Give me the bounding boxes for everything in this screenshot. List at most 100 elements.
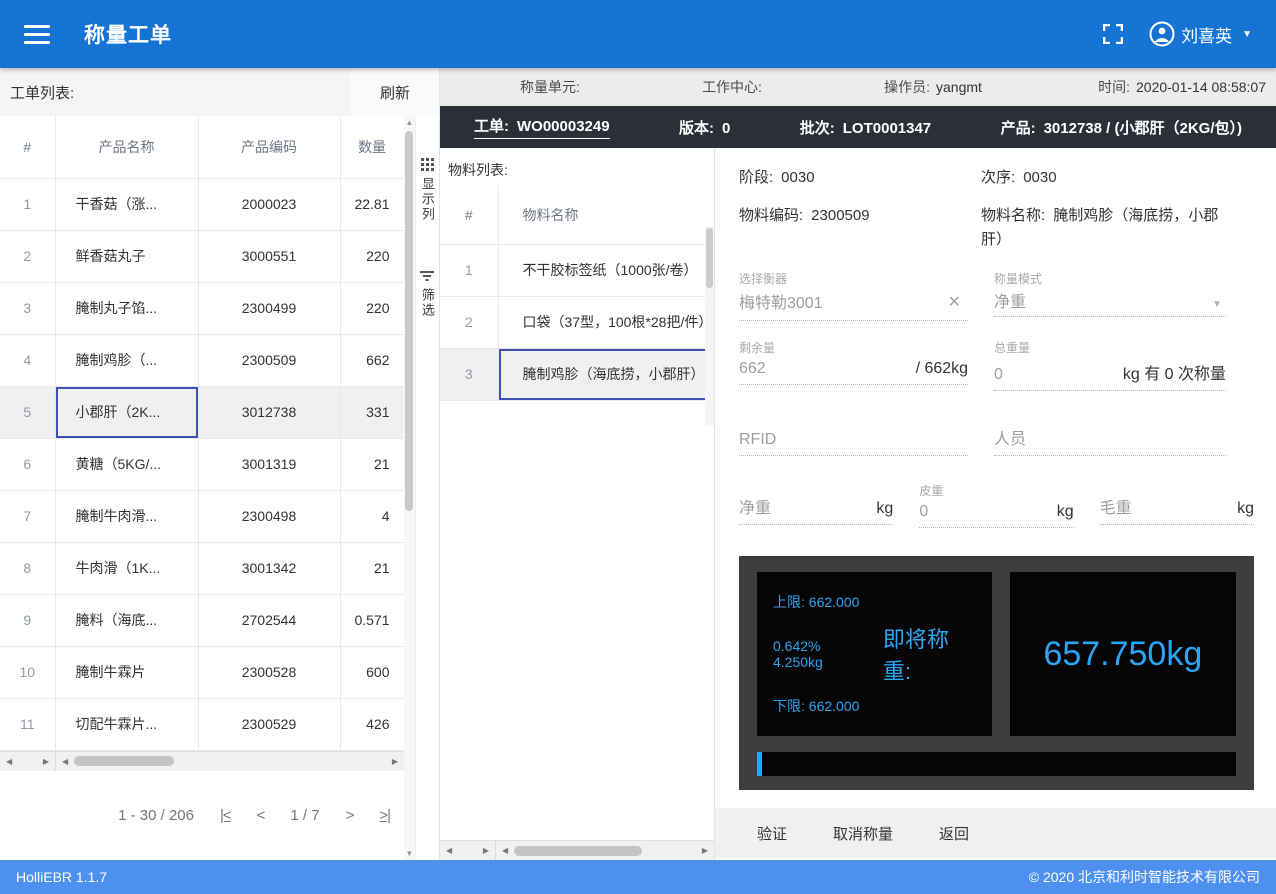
person-input[interactable] (994, 431, 1226, 449)
gross-unit: kg (1237, 500, 1254, 518)
table-row[interactable]: 2鲜香菇丸子3000551220 (0, 230, 404, 282)
lower-limit-value: 662.000 (809, 698, 860, 714)
total-weight-label: 总重量 (994, 339, 1226, 356)
vscrollbar-thumb[interactable] (706, 228, 713, 288)
filter-button[interactable]: 筛选 (418, 270, 437, 318)
table-row[interactable]: 3腌制丸子馅...2300499220 (0, 282, 404, 334)
fullscreen-icon[interactable] (1103, 24, 1123, 44)
scroll-right-icon[interactable]: ▶ (483, 846, 489, 855)
weight-progress-bar (757, 752, 1236, 776)
scroll-down-icon[interactable]: ▼ (405, 849, 413, 858)
lot-label: 批次: (800, 120, 835, 137)
app-window: 称量工单 刘喜英 ▼ 工单列表: 刷新 (0, 0, 1276, 894)
scroll-left-icon[interactable]: ◀ (62, 757, 68, 766)
remaining-input[interactable] (739, 360, 916, 378)
chevron-down-icon[interactable]: ▼ (1212, 299, 1222, 310)
scroll-right-icon[interactable]: ▶ (43, 757, 49, 766)
app-footer: HolliEBR 1.1.7 © 2020 北京和利时智能技术有限公司 (0, 860, 1276, 894)
weighing-detail-panel: 阶段:0030 次序:0030 物料编码:2300509 物料名称:腌制鸡胗（海… (715, 148, 1276, 860)
stage-value: 0030 (781, 169, 814, 186)
table-row-selected[interactable]: 5小郡肝（2K...3012738331 (0, 386, 404, 438)
work-order-table: # 产品名称 产品编码 数量 1干香菇（涨...200002322.81 2鲜香… (0, 116, 405, 751)
action-bar: 验证 取消称量 返回 (715, 808, 1276, 858)
product-value: 3012738 / (小郡肝（2KG/包）) (1044, 120, 1242, 137)
table-row[interactable]: 6黄糖（5KG/...300131921 (0, 438, 404, 490)
pagination-range: 1 - 30 / 206 (118, 807, 194, 824)
net-weight-input[interactable] (739, 500, 876, 518)
remaining-total: / 662kg (916, 360, 968, 378)
col-num: # (0, 116, 55, 178)
weight-progress-fill (757, 752, 762, 776)
back-button[interactable]: 返回 (939, 823, 969, 844)
user-menu[interactable]: 刘喜英 ▼ (1149, 21, 1252, 47)
total-weight-input[interactable] (994, 366, 1123, 384)
version-label: 版本: (679, 120, 714, 137)
scale-select-input[interactable] (739, 292, 948, 310)
show-columns-button[interactable]: 显示列 (418, 158, 437, 222)
refresh-button[interactable]: 刷新 (351, 68, 439, 116)
material-table: # 物料名称 1不干胶标签纸（1000张/卷） 2口袋（37型，100根*28把… (440, 186, 714, 401)
prev-page-button[interactable]: < (257, 807, 265, 824)
limits-display: 上限: 662.000 0.642% 4.250kg 即将称重: 下限: 662… (757, 572, 992, 736)
table-row[interactable]: 10腌制牛霖片2300528600 (0, 646, 404, 698)
col-product-code: 产品编码 (198, 116, 340, 178)
gross-weight-input[interactable] (1100, 500, 1237, 518)
table-vscrollbar: ▲ ▼ (404, 116, 415, 860)
table-header-row: # 物料名称 (440, 186, 714, 244)
scroll-left-icon[interactable]: ◀ (6, 757, 12, 766)
weigh-mode-label: 称量模式 (994, 270, 1226, 287)
table-row-selected[interactable]: 3腌制鸡胗（海底捞，小郡肝） (440, 348, 714, 400)
cancel-weigh-button[interactable]: 取消称量 (833, 823, 893, 844)
scroll-right-icon[interactable]: ▶ (702, 846, 708, 855)
table-row[interactable]: 8牛肉滑（1K...300134221 (0, 542, 404, 594)
time-value: 2020-01-14 08:58:07 (1136, 79, 1266, 95)
table-row[interactable]: 2口袋（37型，100根*28把/件） (440, 296, 714, 348)
tare-input[interactable] (919, 503, 1056, 521)
col-qty: 数量 (340, 116, 404, 178)
weigh-prompt: 即将称重: (883, 622, 976, 686)
hscrollbar-thumb[interactable] (74, 756, 174, 766)
frozen-col-hscrollbar: ◀ ▶ (0, 752, 56, 771)
weigh-mode-select[interactable] (994, 291, 1212, 309)
table-row[interactable]: 1干香菇（涨...200002322.81 (0, 178, 404, 230)
material-code-label: 物料编码: (739, 207, 803, 224)
page-indicator: 1 / 7 (290, 807, 319, 824)
operator-label: 操作员: (884, 79, 930, 95)
clear-icon[interactable]: × (948, 291, 960, 314)
col-num: # (440, 186, 498, 244)
avatar-icon (1149, 21, 1175, 47)
table-row[interactable]: 4腌制鸡胗（...2300509662 (0, 334, 404, 386)
table-row[interactable]: 9腌料（海底...27025440.571 (0, 594, 404, 646)
material-code-value: 2300509 (811, 207, 869, 224)
work-order-panel: 工单列表: 刷新 # 产品名称 产品编码 数量 1干香菇（涨...2000023… (0, 68, 440, 860)
scroll-right-icon[interactable]: ▶ (392, 757, 398, 766)
rfid-input[interactable] (739, 431, 968, 449)
work-order-link[interactable]: 工单:WO00003249 (474, 115, 610, 139)
sequence-label: 次序: (981, 169, 1015, 186)
work-order-number: WO00003249 (517, 118, 610, 135)
hscrollbar-thumb[interactable] (514, 846, 642, 856)
table-row[interactable]: 11切配牛霖片...2300529426 (0, 698, 404, 750)
vscrollbar-thumb[interactable] (405, 131, 413, 511)
lot-value: LOT0001347 (843, 120, 931, 137)
scroll-up-icon[interactable]: ▲ (405, 118, 413, 127)
filter-icon (420, 270, 434, 282)
material-name-label: 物料名称: (981, 207, 1045, 224)
work-center-label: 工作中心: (702, 79, 762, 95)
current-weight-display: 657.750kg (1010, 572, 1236, 736)
operator-value: yangmt (936, 79, 982, 95)
upper-limit-label: 上限: (773, 594, 805, 610)
stage-label: 阶段: (739, 169, 773, 186)
weigh-unit-label: 称量单元: (520, 79, 580, 95)
next-page-button[interactable]: > (346, 807, 354, 824)
table-row[interactable]: 1不干胶标签纸（1000张/卷） (440, 244, 714, 296)
copyright: © 2020 北京和利时智能技术有限公司 (1029, 867, 1260, 887)
first-page-button[interactable]: |< (220, 807, 231, 824)
scroll-left-icon[interactable]: ◀ (502, 846, 508, 855)
scroll-left-icon[interactable]: ◀ (446, 846, 452, 855)
verify-button[interactable]: 验证 (757, 823, 787, 844)
chevron-down-icon: ▼ (1242, 29, 1252, 40)
table-row[interactable]: 7腌制牛肉滑...23004984 (0, 490, 404, 542)
last-page-button[interactable]: >| (379, 807, 390, 824)
menu-icon[interactable] (24, 25, 50, 44)
